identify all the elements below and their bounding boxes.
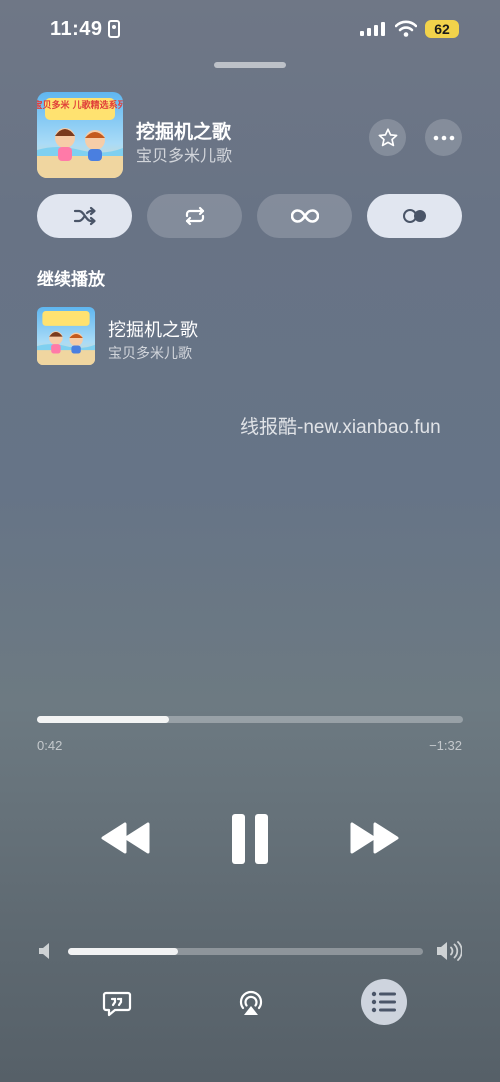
infinity-icon [290,209,319,223]
contact-card-icon [108,20,120,38]
playback-progress-fill [37,716,170,723]
playback-progress-slider[interactable] [37,716,463,723]
repeat-button[interactable] [147,194,242,238]
track-artist[interactable]: 宝贝多米儿歌 [136,142,232,166]
lyrics-button[interactable] [102,988,132,1018]
album-artwork-image: 宝贝多米 儿歌精选系列 [37,92,123,178]
star-icon [378,127,397,146]
wifi-icon [395,20,417,37]
repeat-icon [185,206,204,226]
list-icon [371,991,396,1013]
airplay-button[interactable] [236,988,266,1018]
queue-item-title[interactable]: 挖掘机之歌 [108,316,198,342]
shuffle-icon [73,206,96,226]
more-options-button[interactable] [425,119,462,156]
lyrics-quote-icon [102,991,132,1017]
rewind-button[interactable] [100,818,152,858]
album-art-caption: 宝贝多米 儿歌精选系列 [37,99,123,111]
remaining-time: −1:32 [429,738,462,753]
cellular-signal-icon [360,22,385,36]
up-next-heading: 继续播放 [37,270,105,289]
ellipsis-icon [433,135,454,140]
battery-indicator: 62 [425,20,459,38]
autoplay-toggle-icon [402,209,426,223]
status-time: 11:49 [50,18,103,40]
shuffle-button[interactable] [37,194,132,238]
pause-icon [232,814,245,864]
queue-item-artist: 宝贝多米儿歌 [108,345,192,361]
fast-forward-icon [350,822,376,854]
volume-fill [68,948,179,955]
volume-slider[interactable] [68,948,423,955]
queue-list-button[interactable] [361,979,407,1025]
watermark-text: 线报酷-new.xianbao.fun [240,417,441,438]
infinity-button[interactable] [257,194,352,238]
volume-high-icon [437,941,462,961]
autoplay-button[interactable] [367,194,462,238]
album-artwork-image [37,307,95,365]
favorite-button[interactable] [369,119,406,156]
album-art[interactable]: 宝贝多米 儿歌精选系列 [37,92,123,178]
pause-button[interactable] [226,812,274,866]
elapsed-time: 0:42 [37,738,63,753]
queue-item-art[interactable] [37,307,95,365]
rewind-icon [101,822,127,854]
sheet-grabber[interactable] [214,62,286,68]
track-title: 挖掘机之歌 [136,122,232,143]
airplay-icon [239,990,263,1010]
volume-low-icon [39,943,49,959]
fast-forward-button[interactable] [348,818,400,858]
